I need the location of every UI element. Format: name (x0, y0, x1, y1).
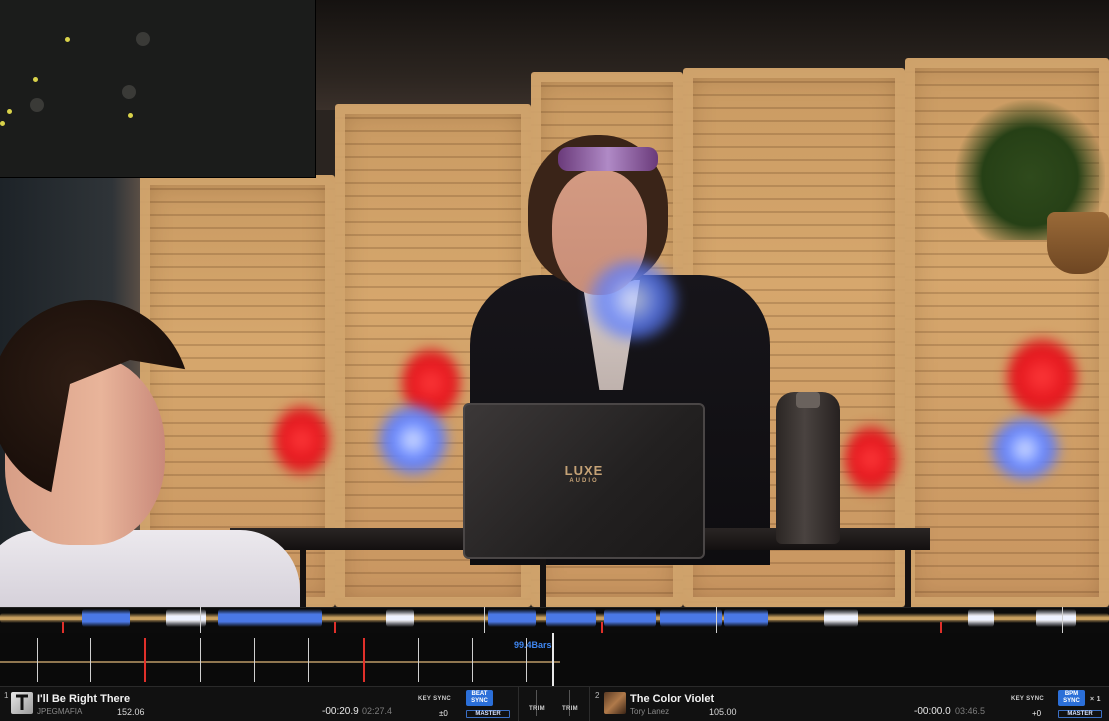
track-bpm: 152.06 (117, 707, 145, 717)
key-sync-label: KEY SYNC (1011, 696, 1044, 702)
deck-number: 2 (595, 691, 600, 700)
track-artist: JPEGMAFIA (37, 707, 83, 716)
cue-marker (601, 622, 603, 633)
plant-pot (1047, 212, 1109, 274)
beat-grid-line (37, 638, 38, 682)
waveform-segment (604, 609, 656, 627)
remaining-time: 03:46.5 (955, 706, 986, 716)
key-shift-value[interactable]: ±0 (439, 709, 448, 718)
master-button[interactable]: MASTER (466, 710, 510, 718)
red-stage-light (845, 425, 897, 493)
album-art (604, 692, 626, 714)
waveform-segment (1036, 609, 1076, 627)
downbeat-marker (144, 638, 146, 682)
beat-grid-line (90, 638, 91, 682)
tempo-multiplier[interactable]: × 1 (1090, 696, 1101, 703)
waveform-segment (546, 609, 596, 627)
red-stage-light (274, 405, 329, 475)
beat-grid-line (200, 638, 201, 682)
blue-stage-light (378, 405, 448, 475)
elapsed-time: -00:20.9 (322, 706, 359, 717)
waveform-segment (82, 609, 130, 627)
controller-camera-inset (0, 0, 316, 178)
bpm-sync-button[interactable]: BPM SYNC (1058, 690, 1085, 706)
deck-number: 1 (4, 691, 9, 700)
blue-stage-light (990, 418, 1060, 480)
beat-grid-line (418, 638, 419, 682)
waveform-segment (968, 609, 994, 627)
deck-1: 1 I'll Be Right There JPEGMAFIA 152.06 -… (0, 687, 516, 721)
deck-info-bar: 1 I'll Be Right There JPEGMAFIA 152.06 -… (0, 686, 1109, 721)
deck-2: 2 The Color Violet Tory Lanez 105.00 -00… (590, 687, 1109, 721)
trim-control-a[interactable]: TRIM (522, 687, 552, 721)
downbeat-marker (363, 638, 365, 682)
bottle (776, 392, 840, 544)
cue-marker (62, 622, 64, 633)
trim-control-b[interactable]: TRIM (555, 687, 585, 721)
beat-grid-line (472, 638, 473, 682)
waveform-segment (386, 609, 414, 627)
sunglasses (558, 147, 658, 171)
waveform-segment (724, 609, 768, 627)
track-title: I'll Be Right There (37, 693, 131, 705)
album-art (11, 692, 33, 714)
waveform-segment (824, 609, 858, 627)
bars-remaining-label: 99.4Bars (514, 640, 552, 650)
track-title: The Color Violet (630, 693, 715, 705)
remaining-time: 02:27.4 (362, 706, 393, 716)
laptop-logo: LUXE AUDIO (564, 463, 604, 484)
red-stage-light (1007, 338, 1077, 416)
waveform-segment (218, 609, 322, 627)
laptop: LUXE AUDIO (463, 403, 705, 559)
playhead (552, 633, 554, 686)
key-sync-label: KEY SYNC (418, 696, 451, 702)
trim-label: TRIM (529, 706, 545, 712)
webcam-video-feed: LUXE AUDIO (0, 0, 1109, 607)
track-bpm: 105.00 (709, 707, 737, 717)
key-shift-value[interactable]: +0 (1032, 709, 1041, 718)
trim-label: TRIM (562, 706, 578, 712)
waveform-segment (660, 609, 722, 627)
master-button[interactable]: MASTER (1058, 710, 1102, 718)
elapsed-time: -00:00.0 (914, 706, 951, 717)
waveform-segment (488, 609, 536, 627)
deck-waveform-zoom[interactable] (0, 633, 1109, 686)
seated-person (0, 300, 300, 607)
beat-grid-line (254, 638, 255, 682)
cue-marker (334, 622, 336, 633)
beat-grid-line (308, 638, 309, 682)
track-artist: Tory Lanez (630, 707, 670, 716)
cue-marker (940, 622, 942, 633)
beat-sync-button[interactable]: BEAT SYNC (466, 690, 493, 706)
